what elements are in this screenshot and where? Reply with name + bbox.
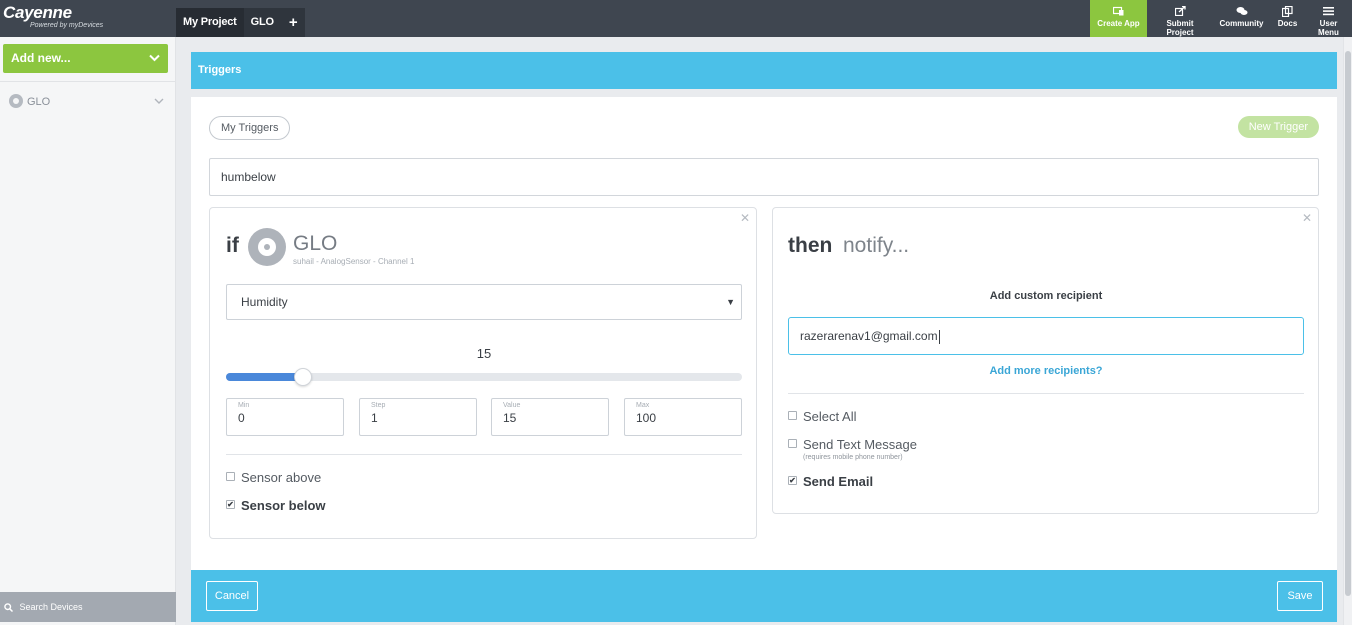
text-caret (938, 329, 940, 344)
my-triggers-button[interactable]: My Triggers (209, 116, 291, 140)
brand-name: Cayenne (3, 3, 72, 22)
step-label: Step (371, 402, 386, 409)
value-label: Value (503, 402, 521, 409)
create-app-button[interactable]: Create App (1090, 0, 1147, 37)
search-devices-label: Search Devices (19, 602, 83, 612)
max-field[interactable]: Max 100 (624, 398, 742, 436)
page-scrollbar[interactable] (1343, 37, 1352, 625)
min-label: Min (238, 402, 250, 409)
step-field[interactable]: Step 1 (359, 398, 477, 436)
notify-label: notify... (843, 234, 910, 257)
if-label: if (226, 234, 239, 257)
send-text-checkbox[interactable] (788, 439, 797, 449)
add-tab-button[interactable]: + (280, 8, 306, 37)
max-label: Max (636, 402, 650, 409)
sidebar-item-glo[interactable]: GLO (9, 94, 166, 110)
user-menu-label: User Menu (1318, 19, 1339, 37)
community-label: Community (1219, 19, 1264, 28)
scrollbar-thumb[interactable] (1345, 51, 1351, 596)
dropdown-arrow-icon: ▼ (726, 297, 735, 307)
top-nav: Create App Submit Project Community Docs… (1090, 0, 1352, 37)
recipient-email-input[interactable]: razerarenav1@gmail.com (788, 317, 1304, 355)
project-tabs: My Project GLO + (176, 8, 306, 37)
device-name: GLO (293, 232, 338, 255)
page-title: Triggers (191, 52, 1337, 89)
select-all-option[interactable]: Select All (788, 409, 856, 425)
add-more-recipients-link[interactable]: Add more recipients? (788, 365, 1304, 377)
device-logo-icon (248, 228, 286, 266)
chat-bubbles-icon (1219, 6, 1264, 18)
close-icon[interactable]: ✕ (1302, 211, 1312, 225)
search-devices-button[interactable]: Search Devices (0, 592, 176, 622)
sensor-below-label: Sensor below (241, 498, 326, 513)
submit-project-button[interactable]: Submit Project (1147, 0, 1213, 37)
brand-tagline: Powered by myDevices (30, 22, 104, 29)
create-app-label: Create App (1097, 19, 1140, 28)
chevron-down-icon[interactable] (154, 94, 164, 110)
recipient-email-value: razerarenav1@gmail.com (800, 329, 938, 343)
send-email-checkbox[interactable]: ✔ (788, 476, 797, 486)
docs-label: Docs (1277, 19, 1298, 28)
sensor-below-checkbox[interactable]: ✔ (226, 500, 235, 510)
value-field[interactable]: Value 15 (491, 398, 609, 436)
if-condition-card: ✕ if GLO suhail - AnalogSensor - Channel… (209, 207, 757, 539)
min-field[interactable]: Min 0 (226, 398, 344, 436)
step-value: 1 (371, 411, 378, 425)
footer-bar: Cancel Save (191, 570, 1337, 622)
device-subtitle: suhail - AnalogSensor - Channel 1 (293, 257, 415, 266)
search-icon (4, 602, 20, 613)
send-email-option[interactable]: ✔ Send Email (788, 474, 873, 490)
sidebar-item-label: GLO (27, 96, 51, 108)
sensor-type-value: Humidity (241, 295, 288, 309)
slider-handle[interactable] (294, 368, 313, 386)
user-menu-button[interactable]: User Menu (1305, 0, 1352, 37)
chevron-down-icon (149, 44, 160, 73)
divider (788, 393, 1304, 394)
sensor-above-label: Sensor above (241, 470, 322, 485)
cancel-button[interactable]: Cancel (206, 581, 258, 611)
create-app-icon (1096, 6, 1141, 18)
slider-fill (226, 373, 304, 381)
community-button[interactable]: Community (1213, 0, 1270, 37)
device-icon (9, 94, 23, 109)
top-bar: Cayenne Powered by myDevices My Project … (0, 0, 1352, 37)
then-action-card: ✕ then notify... Add custom recipient ra… (772, 207, 1319, 514)
close-icon[interactable]: ✕ (740, 211, 750, 225)
sensor-below-option[interactable]: ✔ Sensor below (226, 498, 326, 514)
tab-my-project[interactable]: My Project (176, 8, 244, 37)
send-email-label: Send Email (803, 474, 874, 489)
submit-project-label: Submit Project (1166, 19, 1194, 37)
threshold-slider[interactable] (226, 368, 742, 386)
add-new-button[interactable]: Add new... (3, 44, 168, 73)
sensor-above-checkbox[interactable] (226, 472, 235, 482)
sensor-type-select[interactable]: Humidity ▼ (226, 284, 742, 320)
max-value: 100 (636, 411, 657, 425)
select-all-label: Select All (803, 409, 857, 424)
docs-icon (1276, 5, 1299, 18)
sidebar-divider (0, 81, 176, 82)
new-trigger-button[interactable]: New Trigger (1237, 116, 1319, 138)
trigger-name-input[interactable]: humbelow (209, 158, 1319, 196)
tab-glo[interactable]: GLO (243, 8, 281, 37)
cayenne-logo[interactable]: Cayenne Powered by myDevices (0, 0, 176, 37)
send-text-label: Send Text Message (803, 437, 917, 452)
add-custom-recipient-heading: Add custom recipient (989, 290, 1103, 302)
sidebar: Add new... GLO Search Devices (0, 37, 176, 625)
send-text-note: (requires mobile phone number) (803, 454, 903, 461)
value-value: 15 (503, 411, 517, 425)
share-icon (1153, 5, 1207, 18)
min-value: 0 (238, 411, 245, 425)
add-new-label: Add new... (11, 51, 71, 65)
then-label: then (788, 234, 833, 257)
select-all-checkbox[interactable] (788, 411, 797, 421)
trigger-editor-panel: My Triggers New Trigger humbelow ✕ if GL… (191, 97, 1337, 570)
docs-button[interactable]: Docs (1270, 0, 1305, 37)
hamburger-menu-icon (1311, 6, 1346, 18)
save-button[interactable]: Save (1277, 581, 1323, 611)
divider (226, 454, 742, 455)
sensor-above-option[interactable]: Sensor above (226, 470, 321, 486)
send-text-option[interactable]: Send Text Message (requires mobile phone… (788, 437, 917, 463)
slider-value: 15 (476, 346, 492, 361)
